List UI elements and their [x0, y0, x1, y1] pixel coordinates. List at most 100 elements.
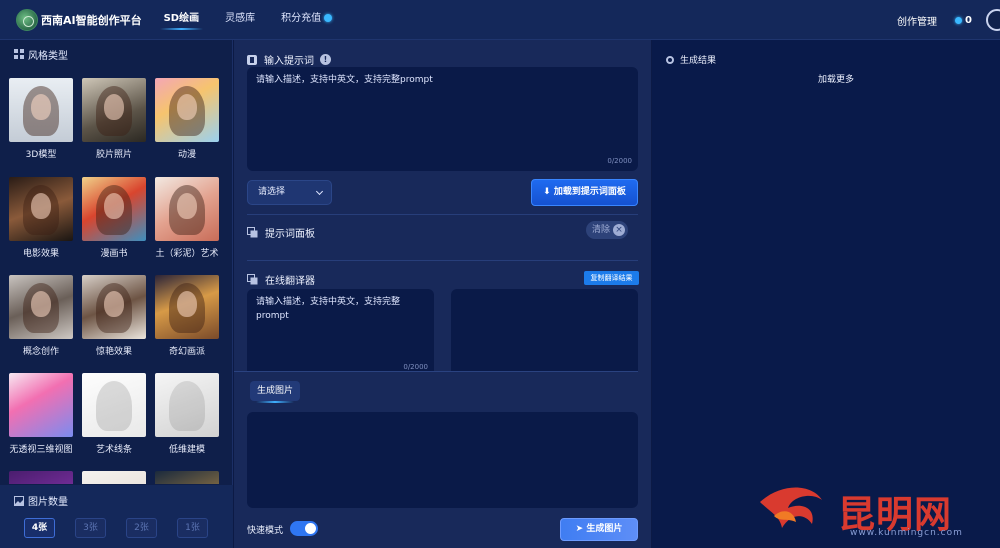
chevron-down-icon	[315, 187, 324, 196]
style-item[interactable]	[9, 471, 73, 484]
count-3-button[interactable]: 3张	[75, 518, 106, 538]
style-label: 低维建模	[168, 445, 205, 455]
divider	[247, 214, 638, 215]
refresh-icon	[666, 55, 674, 64]
text-icon	[247, 54, 257, 65]
style-3d-model[interactable]: 3D模型	[9, 78, 73, 160]
play-icon: ➤	[575, 524, 584, 534]
style-thumbnail	[82, 373, 146, 437]
image-count-header: 图片数量	[14, 493, 68, 508]
translator-title: 在线翻译器	[265, 276, 315, 287]
close-icon: ×	[613, 224, 625, 236]
style-low-poly[interactable]: 低维建模	[155, 373, 219, 455]
style-isometric[interactable]: 无透视三维视图	[9, 373, 73, 455]
add-to-prompt-panel-button[interactable]: ⬇ 加载到提示词面板	[531, 179, 638, 206]
style-label: 奇幻画派	[168, 347, 205, 357]
points-display[interactable]: 0	[955, 15, 972, 26]
style-fantasy[interactable]: 奇幻画派	[155, 275, 219, 357]
style-thumbnail	[82, 78, 146, 142]
style-label: 3D模型	[25, 150, 57, 160]
image-count-title: 图片数量	[28, 497, 68, 508]
prompt-select[interactable]: 请选择	[247, 180, 332, 205]
top-bar: 西南AI智能创作平台 SD绘画 灵感库 积分充值 创作管理 0	[0, 0, 1000, 40]
translator-header: 在线翻译器	[247, 272, 315, 287]
style-label: 无透视三维视图	[9, 445, 73, 455]
style-thumbnail	[155, 177, 219, 241]
style-label: 漫画书	[100, 249, 128, 259]
style-title: 风格类型	[28, 50, 68, 62]
prompt-input[interactable]: 请输入描述，支持中英文，支持完整prompt 0/2000	[247, 67, 638, 171]
style-movie-effect[interactable]: 电影效果	[9, 177, 73, 259]
nav-sd-drawing[interactable]: SD绘画	[159, 0, 203, 40]
style-thumbnail	[9, 275, 73, 339]
style-thumbnail	[82, 275, 146, 339]
translator-output	[451, 289, 638, 371]
style-film-photo[interactable]: 胶片照片	[82, 78, 146, 160]
load-more-link[interactable]: 加载更多	[652, 72, 1000, 85]
fast-mode-label: 快速模式	[247, 526, 284, 536]
layers-icon	[247, 274, 258, 285]
style-clay-art[interactable]: 土（彩泥）艺术	[155, 177, 219, 259]
diamond-icon	[324, 13, 333, 22]
fast-mode-toggle[interactable]	[290, 521, 318, 536]
prompt-title: 输入提示词	[264, 56, 314, 67]
style-anime[interactable]: 动漫	[155, 78, 219, 160]
prompt-placeholder: 请输入描述，支持中英文，支持完整prompt	[256, 75, 433, 85]
style-item[interactable]	[82, 471, 146, 484]
style-thumbnail	[155, 78, 219, 142]
style-thumbnail	[9, 471, 73, 484]
translator-placeholder: 请输入描述，支持中英文，支持完整prompt	[256, 297, 401, 321]
style-thumbnail	[155, 471, 219, 484]
style-label: 惊艳效果	[95, 347, 132, 357]
style-thumbnail	[155, 373, 219, 437]
count-2-button[interactable]: 2张	[126, 518, 157, 538]
avatar[interactable]	[986, 9, 1000, 31]
style-grid: 3D模型 胶片照片 动漫 电影效果 漫画书 土（彩泥）艺术 概念创作 惊艳效果 …	[0, 72, 233, 484]
style-comic-book[interactable]: 漫画书	[82, 177, 146, 259]
style-label: 概念创作	[22, 347, 59, 357]
logo[interactable]	[16, 8, 38, 31]
image-count-panel: 图片数量 4张 3张 2张 1张	[0, 485, 233, 548]
style-header: 风格类型	[0, 40, 232, 68]
style-thumbnail	[9, 373, 73, 437]
style-label: 土（彩泥）艺术	[155, 249, 219, 259]
style-thumbnail	[9, 78, 73, 142]
prompt-counter: 0/2000	[607, 157, 632, 165]
nav-inspiration[interactable]: 灵感库	[225, 0, 255, 40]
points-value: 0	[965, 14, 972, 26]
style-thumbnail	[9, 177, 73, 241]
clear-button[interactable]: 清除 ×	[586, 221, 628, 239]
generated-image-area	[247, 412, 638, 508]
style-label: 胶片照片	[95, 150, 132, 160]
diamond-icon	[955, 16, 963, 24]
info-icon[interactable]: !	[320, 54, 331, 65]
divider	[234, 371, 638, 372]
style-thumbnail	[155, 275, 219, 339]
style-sidebar: 风格类型 3D模型 胶片照片 动漫 电影效果 漫画书 土（彩泥）艺术 概念创作 …	[0, 40, 233, 548]
divider	[247, 260, 638, 261]
generate-image-tab[interactable]: 生成图片	[250, 381, 300, 403]
prompt-header: 输入提示词 !	[247, 52, 331, 67]
count-4-button[interactable]: 4张	[24, 518, 55, 538]
prompt-column: 输入提示词 ! 请输入描述，支持中英文，支持完整prompt 0/2000 请选…	[234, 40, 651, 548]
style-grid-icon	[14, 49, 24, 59]
app-title: 西南AI智能创作平台	[41, 13, 142, 27]
nav-recharge[interactable]: 积分充值	[281, 0, 333, 40]
generate-image-button[interactable]: ➤ 生成图片	[560, 518, 638, 541]
create-management-link[interactable]: 创作管理	[897, 13, 937, 28]
style-item[interactable]	[155, 471, 219, 484]
translator-input[interactable]: 请输入描述，支持中英文，支持完整prompt 0/2000	[247, 289, 434, 371]
watermark-url: www.kunmingcn.com	[850, 528, 963, 538]
style-line-art[interactable]: 艺术线条	[82, 373, 146, 455]
results-title: 生成结果	[680, 56, 717, 66]
copy-translation-button[interactable]: 复制翻译结果	[584, 271, 639, 285]
style-stunning[interactable]: 惊艳效果	[82, 275, 146, 357]
style-label: 电影效果	[22, 249, 59, 259]
results-column: 生成结果 加载更多	[652, 40, 1000, 548]
layers-icon	[247, 227, 258, 238]
style-label: 动漫	[177, 150, 196, 160]
count-1-button[interactable]: 1张	[177, 518, 208, 538]
style-concept-art[interactable]: 概念创作	[9, 275, 73, 357]
download-icon: ⬇	[543, 187, 551, 197]
prompt-panel-title: 提示词面板	[265, 229, 315, 240]
